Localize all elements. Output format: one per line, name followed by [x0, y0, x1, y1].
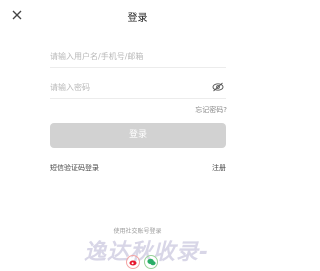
wechat-icon — [146, 258, 156, 266]
header: 登录 — [0, 0, 275, 30]
register-link[interactable]: 注册 — [212, 163, 226, 173]
password-input[interactable] — [50, 78, 210, 96]
social-login-row — [0, 255, 275, 271]
account-input[interactable] — [50, 47, 210, 65]
forgot-password-link[interactable]: 忘记密码? — [195, 105, 227, 115]
login-button[interactable]: 登录 — [50, 123, 226, 148]
social-login-title: 使用社交账号登录 — [113, 228, 162, 235]
weibo-login-button[interactable] — [126, 255, 140, 269]
weibo-icon — [129, 260, 136, 266]
wechat-login-button[interactable] — [144, 255, 158, 269]
sms-login-link[interactable]: 短信验证码登录 — [50, 163, 99, 173]
eye-off-icon — [212, 82, 224, 92]
password-field-wrapper — [50, 76, 226, 99]
page-title: 登录 — [127, 13, 148, 24]
account-field-wrapper — [50, 45, 226, 68]
password-visibility-toggle[interactable] — [212, 82, 224, 92]
